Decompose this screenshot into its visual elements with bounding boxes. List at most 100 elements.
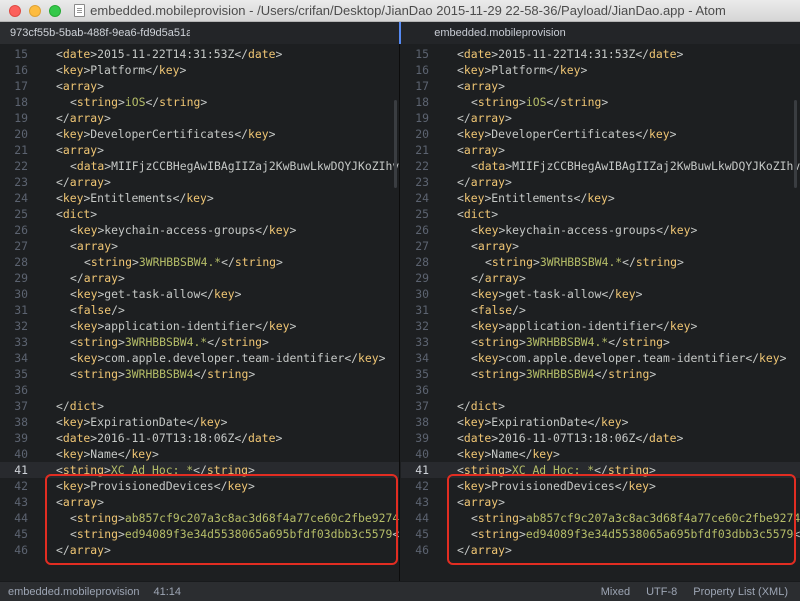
line-number[interactable]: 15 (401, 46, 429, 62)
code-text[interactable]: <string>iOS</string> (471, 94, 608, 110)
line-number[interactable]: 36 (401, 382, 429, 398)
code-text[interactable]: <key>keychain-access-groups</key> (471, 222, 697, 238)
code-text[interactable]: <key>ProvisionedDevices</key> (457, 478, 656, 494)
code-line[interactable]: 45 <string>ed94089f3e34d5538065a695bfdf03… (401, 526, 800, 542)
code-text[interactable]: <string>3WRHBBSBW4.*</string> (70, 334, 269, 350)
line-number[interactable]: 33 (0, 334, 28, 350)
line-number[interactable]: 39 (401, 430, 429, 446)
line-number[interactable]: 44 (0, 510, 28, 526)
code-text[interactable]: <data>MIIFjzCCBHegAwIBAgIIZaj2KwBuwLkwDQ… (70, 158, 399, 174)
code-text[interactable]: <key>ExpirationDate</key> (457, 414, 628, 430)
code-line[interactable]: 21 <array> (401, 142, 800, 158)
line-number[interactable]: 39 (0, 430, 28, 446)
code-text[interactable]: <key>ExpirationDate</key> (56, 414, 227, 430)
code-line[interactable]: 40 <key>Name</key> (401, 446, 800, 462)
line-number[interactable]: 23 (401, 174, 429, 190)
line-number[interactable]: 22 (0, 158, 28, 174)
code-text[interactable]: <array> (457, 142, 505, 158)
status-encoding[interactable]: UTF-8 (646, 586, 677, 598)
code-line[interactable]: 41 <string>XC Ad Hoc: *</string> (0, 462, 399, 478)
line-number[interactable]: 16 (0, 62, 28, 78)
code-text[interactable]: <string>ab857cf9c207a3c8ac3d68f4a77ce60c… (70, 510, 399, 526)
line-number[interactable]: 19 (401, 110, 429, 126)
line-number[interactable]: 25 (401, 206, 429, 222)
line-number[interactable]: 31 (0, 302, 28, 318)
code-text[interactable]: <key>DeveloperCertificates</key> (457, 126, 676, 142)
code-text[interactable]: <string>ed94089f3e34d5538065a695bfdf03db… (471, 526, 800, 542)
line-number[interactable]: 24 (401, 190, 429, 206)
code-line[interactable]: 33 <string>3WRHBBSBW4.*</string> (0, 334, 399, 350)
line-number[interactable]: 18 (401, 94, 429, 110)
code-line[interactable]: 24 <key>Entitlements</key> (401, 190, 800, 206)
line-number[interactable]: 36 (0, 382, 28, 398)
line-number[interactable]: 32 (401, 318, 429, 334)
code-text[interactable]: <key>com.apple.developer.team-identifier… (471, 350, 786, 366)
code-line[interactable]: 35 <string>3WRHBBSBW4</string> (0, 366, 399, 382)
line-number[interactable]: 28 (0, 254, 28, 270)
code-line[interactable]: 42 <key>ProvisionedDevices</key> (0, 478, 399, 494)
code-line[interactable]: 37 </dict> (0, 398, 399, 414)
code-line[interactable]: 24 <key>Entitlements</key> (0, 190, 399, 206)
line-number[interactable]: 26 (401, 222, 429, 238)
code-text[interactable]: <array> (56, 142, 104, 158)
code-text[interactable]: <key>Entitlements</key> (457, 190, 615, 206)
code-line[interactable]: 28 <string>3WRHBBSBW4.*</string> (0, 254, 399, 270)
line-number[interactable]: 32 (0, 318, 28, 334)
code-line[interactable]: 26 <key>keychain-access-groups</key> (401, 222, 800, 238)
code-text[interactable]: <key>get-task-allow</key> (70, 286, 241, 302)
code-line[interactable]: 44 <string>ab857cf9c207a3c8ac3d68f4a77ce6… (401, 510, 800, 526)
code-line[interactable]: 16 <key>Platform</key> (401, 62, 800, 78)
code-line[interactable]: 26 <key>keychain-access-groups</key> (0, 222, 399, 238)
line-number[interactable]: 33 (401, 334, 429, 350)
code-text[interactable]: <string>XC Ad Hoc: *</string> (56, 462, 255, 478)
line-number[interactable]: 25 (0, 206, 28, 222)
code-line[interactable]: 27 <array> (0, 238, 399, 254)
code-text[interactable]: <array> (457, 494, 505, 510)
line-number[interactable]: 20 (401, 126, 429, 142)
code-line[interactable]: 32 <key>application-identifier</key> (401, 318, 800, 334)
tab-right-file[interactable]: embedded.mobileprovision (400, 22, 600, 44)
status-line-ending[interactable]: Mixed (601, 586, 630, 598)
code-line[interactable]: 45 <string>ed94089f3e34d5538065a695bfdf03… (0, 526, 399, 542)
code-text[interactable]: <data>MIIFjzCCBHegAwIBAgIIZaj2KwBuwLkwDQ… (471, 158, 800, 174)
code-line[interactable]: 18 <string>iOS</string> (401, 94, 800, 110)
line-number[interactable]: 30 (0, 286, 28, 302)
code-text[interactable]: <string>ab857cf9c207a3c8ac3d68f4a77ce60c… (471, 510, 800, 526)
code-text[interactable]: <key>get-task-allow</key> (471, 286, 642, 302)
line-number[interactable]: 41 (401, 462, 429, 478)
code-text[interactable]: <key>com.apple.developer.team-identifier… (70, 350, 385, 366)
code-text[interactable]: </array> (56, 174, 111, 190)
code-text[interactable]: <key>DeveloperCertificates</key> (56, 126, 275, 142)
code-line[interactable]: 38 <key>ExpirationDate</key> (401, 414, 800, 430)
code-line[interactable]: 33 <string>3WRHBBSBW4.*</string> (401, 334, 800, 350)
line-number[interactable]: 44 (401, 510, 429, 526)
line-number[interactable]: 26 (0, 222, 28, 238)
code-line[interactable]: 31 <false/> (401, 302, 800, 318)
code-line[interactable]: 38 <key>ExpirationDate</key> (0, 414, 399, 430)
code-line[interactable]: 17 <array> (401, 78, 800, 94)
line-number[interactable]: 16 (401, 62, 429, 78)
line-number[interactable]: 34 (401, 350, 429, 366)
line-number[interactable]: 38 (401, 414, 429, 430)
code-text[interactable]: </array> (471, 270, 526, 286)
code-text[interactable]: <dict> (56, 206, 97, 222)
code-line[interactable]: 42 <key>ProvisionedDevices</key> (401, 478, 800, 494)
code-text[interactable]: <key>ProvisionedDevices</key> (56, 478, 255, 494)
code-line[interactable]: 17 <array> (0, 78, 399, 94)
line-number[interactable]: 35 (401, 366, 429, 382)
left-editor-pane[interactable]: 15 <date>2015-11-22T14:31:53Z</date> 16 <ke… (0, 44, 400, 581)
line-number[interactable]: 45 (401, 526, 429, 542)
left-scrollbar-thumb[interactable] (394, 100, 397, 188)
code-line[interactable]: 20 <key>DeveloperCertificates</key> (401, 126, 800, 142)
code-text[interactable]: </array> (56, 110, 111, 126)
line-number[interactable]: 41 (0, 462, 28, 478)
code-line[interactable]: 36 (401, 382, 800, 398)
line-number[interactable]: 37 (0, 398, 28, 414)
line-number[interactable]: 22 (401, 158, 429, 174)
line-number[interactable]: 15 (0, 46, 28, 62)
line-number[interactable]: 19 (0, 110, 28, 126)
code-line[interactable]: 46 </array> (0, 542, 399, 558)
line-number[interactable]: 17 (0, 78, 28, 94)
line-number[interactable]: 45 (0, 526, 28, 542)
code-line[interactable]: 15 <date>2015-11-22T14:31:53Z</date> (401, 46, 800, 62)
